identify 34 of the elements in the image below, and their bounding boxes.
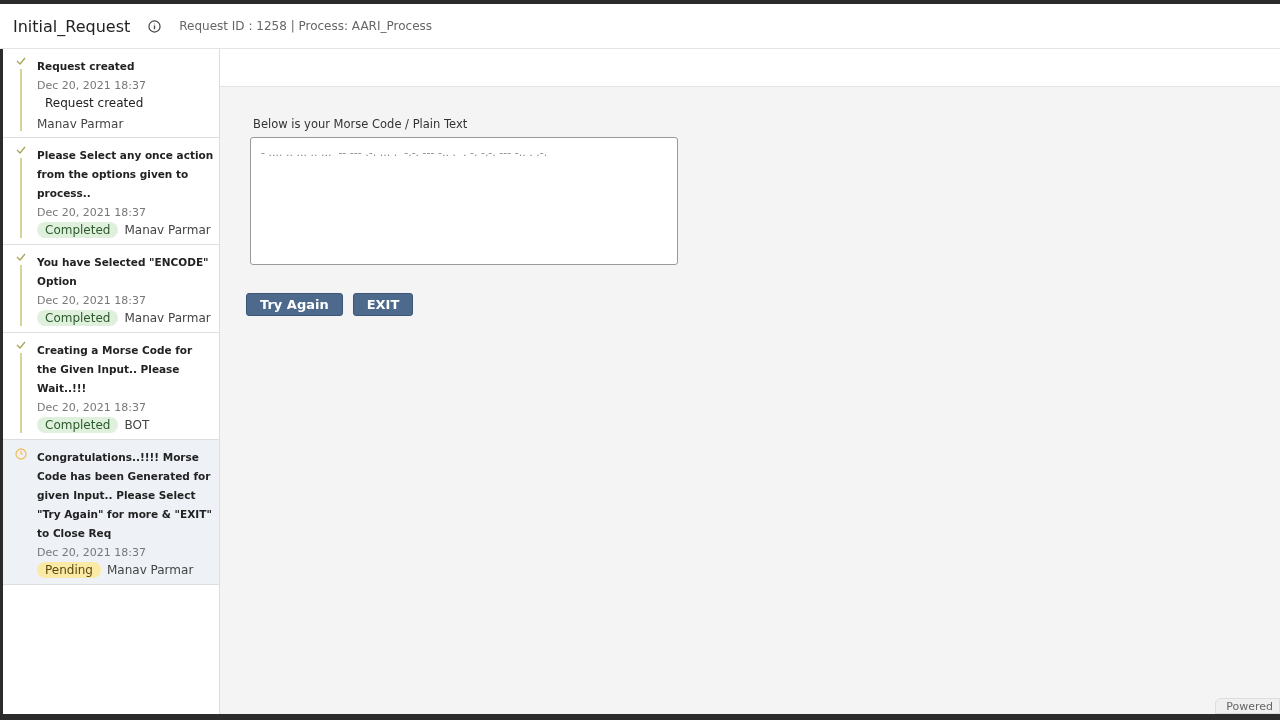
clock-icon (15, 448, 27, 460)
step-user: BOT (124, 418, 150, 432)
step-title: Please Select any once action from the options given to process.. (37, 148, 215, 201)
step-date: Dec 20, 2021 18:37 (37, 546, 147, 559)
morse-output-field[interactable]: - .... .. ... .. ... -- --- .-. ... . -.-. --- -.. . . -. -.-. --- -.. . .-. (250, 137, 678, 265)
timeline-item[interactable]: Congratulations..!!!! Morse Code has been Generated for given Input.. Please Select "Try Again" for more & "EXIT" to Close Req Dec 20, 2021 18:37 Pending Manav Parmar (3, 440, 219, 585)
status-badge: Completed (37, 417, 119, 433)
step-user: Manav Parmar (124, 223, 211, 237)
step-date: Dec 20, 2021 18:37 (37, 401, 147, 414)
action-button[interactable]: Try Again (246, 293, 343, 316)
field-label: Below is your Morse Code / Plain Text (253, 117, 469, 131)
status-badge: Pending (37, 562, 101, 578)
status-badge: Completed (37, 222, 119, 238)
step-title: Creating a Morse Code for the Given Input.. Please Wait..!!! (37, 343, 194, 396)
request-info: Request ID : 1258 | Process: AARI_Process (179, 19, 432, 33)
action-button[interactable]: EXIT (352, 293, 414, 316)
step-date: Dec 20, 2021 18:37 (37, 206, 147, 219)
request-title: Initial_Request (13, 16, 131, 36)
step-title: Congratulations..!!!! Morse Code has been Generated for given Input.. Please Select "Try Again" for more & "EXIT" to Close Req (37, 450, 213, 541)
step-title: You have Selected "ENCODE" Option (37, 255, 210, 289)
info-icon[interactable] (148, 19, 162, 33)
step-title: Request created (37, 59, 136, 74)
step-user: Manav Parmar (37, 117, 124, 131)
check-icon (16, 341, 26, 349)
check-icon (16, 253, 26, 261)
check-icon (16, 57, 26, 65)
step-user: Manav Parmar (124, 311, 211, 325)
step-note: Request created (44, 95, 145, 111)
powered-badge: Powered (1215, 698, 1280, 714)
step-date: Dec 20, 2021 18:37 (37, 79, 147, 92)
step-user: Manav Parmar (107, 563, 194, 577)
check-icon (16, 146, 26, 154)
status-badge: Completed (37, 310, 119, 326)
step-date: Dec 20, 2021 18:37 (37, 294, 147, 307)
